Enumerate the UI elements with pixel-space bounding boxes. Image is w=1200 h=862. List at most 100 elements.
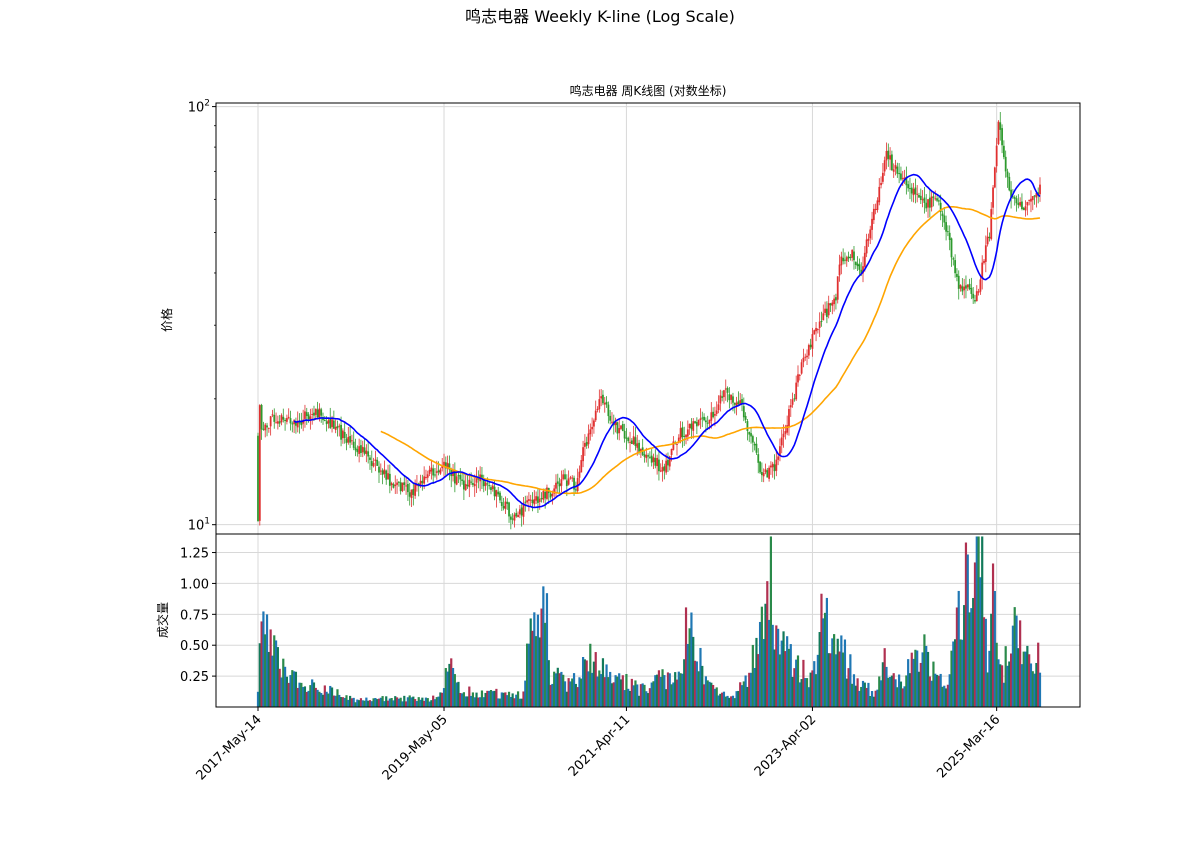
candle-body [656, 457, 659, 467]
candle-body [910, 187, 913, 194]
candle-body [659, 470, 662, 472]
candle-body [681, 427, 684, 438]
candle-body [354, 447, 357, 451]
candle-body [737, 401, 740, 405]
candle-body [798, 374, 801, 376]
candle-body [694, 421, 696, 423]
candle-body [374, 459, 377, 462]
candle-body [260, 404, 263, 430]
candle-body [919, 195, 922, 200]
candle-body [520, 507, 523, 516]
candle-body [780, 437, 783, 446]
candle-body [349, 436, 352, 443]
candle-body [461, 479, 463, 481]
candle-body [473, 483, 476, 487]
candle-body [266, 425, 268, 428]
candle-body [376, 459, 379, 466]
candle-body [649, 456, 651, 458]
volume-y-tick-label: 0.50 [180, 639, 209, 654]
candle-body [549, 493, 552, 498]
candle-body [370, 461, 373, 466]
candle-body [658, 459, 660, 472]
candle-body [499, 492, 501, 501]
candle-body [901, 177, 904, 179]
candle-body [943, 215, 946, 223]
candle-body [309, 416, 312, 420]
candle-body [603, 402, 606, 405]
candle-body [625, 437, 628, 439]
candle-body [632, 436, 635, 445]
candle-body [900, 173, 902, 180]
ma-long-line [380, 206, 1041, 495]
candle-body [580, 460, 583, 473]
candle-body [361, 446, 364, 453]
candle-body [844, 259, 846, 261]
candle-body [484, 482, 487, 486]
candle-body [273, 414, 276, 422]
candle-body [730, 394, 733, 400]
candle-body [305, 412, 308, 417]
candle-body [797, 374, 799, 383]
candle-body [257, 435, 259, 522]
candle-body [975, 291, 978, 302]
candle-body [858, 264, 861, 270]
candle-body [392, 484, 395, 488]
candle-body [387, 473, 389, 480]
candle-body [825, 308, 828, 317]
candle-body [934, 198, 937, 200]
candle-body [358, 446, 361, 454]
candle-body [518, 509, 521, 515]
candle-body [621, 423, 624, 431]
candle-body [609, 415, 612, 421]
candle-body [822, 313, 825, 321]
candle-body [464, 483, 467, 491]
volume-y-tick-label: 0.75 [180, 608, 209, 623]
candle-body [867, 238, 870, 241]
candle-body [556, 481, 559, 484]
candle-body [992, 187, 994, 208]
x-tick-label: 2023-Apr-02 [752, 712, 819, 779]
candle-body [347, 436, 350, 443]
candle-body [378, 466, 380, 473]
candle-body [323, 420, 326, 422]
candle-body [276, 421, 279, 424]
candle-body [661, 467, 664, 472]
candle-body [768, 467, 770, 479]
candle-body [654, 458, 657, 466]
candle-body [704, 420, 707, 423]
candle-body [824, 308, 826, 313]
candle-body [513, 514, 516, 521]
candle-body [871, 218, 873, 230]
candle-body [652, 457, 655, 463]
candle-body [325, 421, 328, 425]
candle-body [533, 499, 536, 505]
candle-body [925, 202, 928, 209]
candle-body [491, 485, 494, 490]
candle-body [636, 443, 639, 448]
candle-body [327, 420, 330, 424]
candle-body [918, 195, 920, 198]
candle-body [363, 447, 366, 454]
candle-body [343, 431, 346, 439]
x-tick-label: 2019-May-05 [380, 712, 451, 783]
candle-body [885, 150, 888, 161]
candle-body [836, 276, 839, 300]
candle-body [732, 396, 734, 403]
candle-body [685, 434, 687, 438]
candle-body [914, 187, 917, 195]
candle-body [708, 419, 711, 424]
candle-body [457, 475, 460, 477]
suptitle: 鸣志电器 Weekly K-line (Log Scale) [465, 7, 735, 26]
candle-body [555, 482, 557, 489]
candle-body [892, 169, 895, 172]
candle-body [352, 441, 355, 448]
candle-body [462, 480, 465, 490]
candle-body [332, 420, 335, 429]
candle-body [753, 443, 756, 446]
volume-y-tick-label: 1.00 [180, 577, 209, 592]
candle-body [627, 437, 630, 442]
candle-body [650, 455, 653, 463]
candle-body [526, 500, 528, 503]
candle-body [800, 362, 803, 374]
candle-body [544, 491, 547, 499]
